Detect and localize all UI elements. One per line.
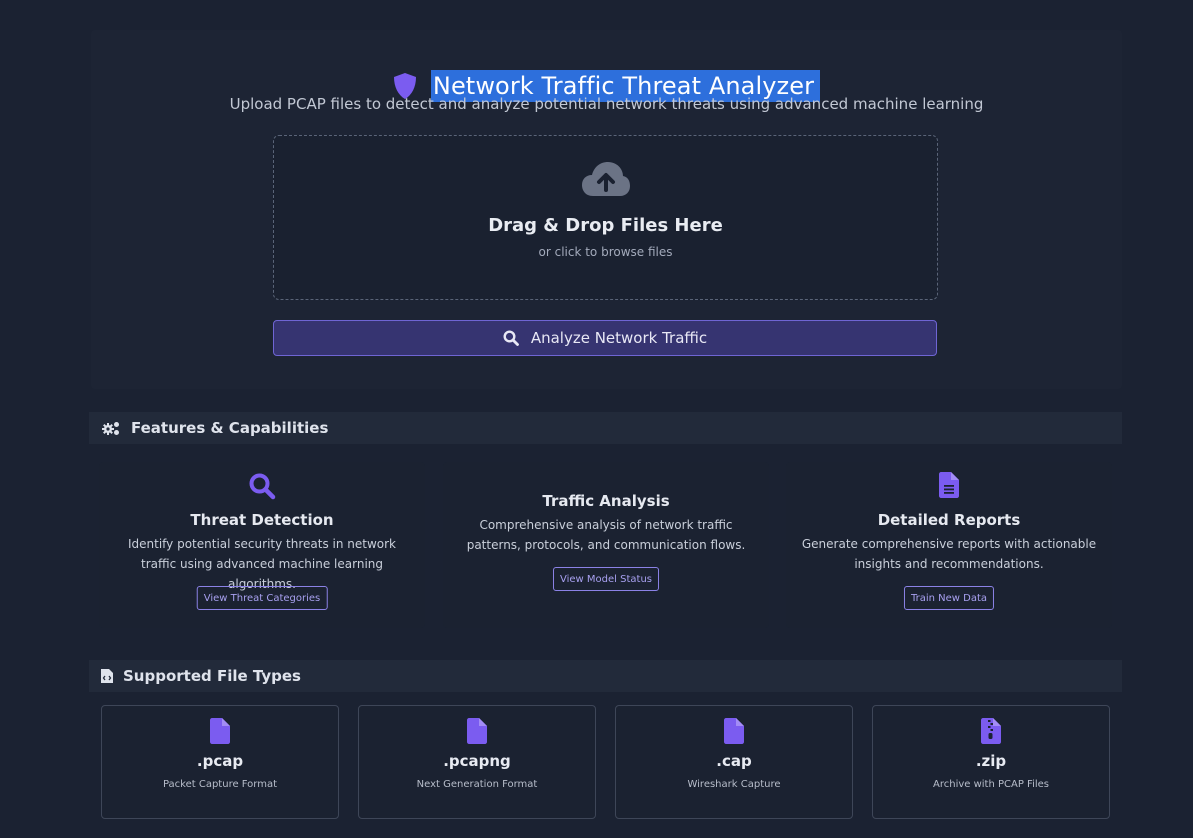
file-extension: .pcap (196, 752, 244, 770)
file-type-card-pcapng: .pcapng Next Generation Format (358, 705, 596, 819)
dropzone-title: Drag & Drop Files Here (488, 215, 723, 236)
analyze-button-label: Analyze Network Traffic (530, 329, 708, 347)
page-subtitle: Upload PCAP files to detect and analyze … (229, 95, 984, 113)
train-new-data-button[interactable]: Train New Data (903, 586, 995, 610)
cloud-upload-icon (582, 162, 630, 196)
file-types-heading: Supported File Types (89, 660, 1122, 692)
file-extension: .cap (716, 752, 752, 770)
feature-title: Threat Detection (190, 511, 334, 529)
gears-icon (102, 422, 119, 435)
file-icon (724, 718, 744, 744)
file-type-description: Archive with PCAP Files (933, 779, 1049, 790)
file-code-icon (101, 669, 113, 683)
feature-description: Identify potential security threats in n… (127, 537, 396, 591)
file-type-card-zip: .zip Archive with PCAP Files (872, 705, 1110, 819)
file-zip-icon (981, 718, 1001, 744)
feature-description: Generate comprehensive reports with acti… (801, 537, 1097, 571)
view-model-status-button[interactable]: View Model Status (553, 567, 659, 591)
file-dropzone[interactable]: Drag & Drop Files Here or click to brows… (273, 135, 938, 300)
file-extension: .zip (975, 752, 1007, 770)
file-text-icon (939, 472, 959, 498)
file-icon (467, 718, 487, 744)
upload-panel: Network Traffic Threat Analyzer Upload P… (91, 30, 1122, 389)
file-types-heading-label: Supported File Types (123, 667, 301, 685)
search-icon (249, 473, 276, 500)
file-type-card-pcap: .pcap Packet Capture Format (101, 705, 339, 819)
feature-card-threat-detection: Threat Detection Identify potential secu… (99, 462, 425, 628)
file-type-card-cap: .cap Wireshark Capture (615, 705, 853, 819)
view-threat-categories-button[interactable]: View Threat Categories (196, 586, 328, 610)
feature-card-traffic-analysis: Traffic Analysis Comprehensive analysis … (443, 462, 769, 628)
feature-card-detailed-reports: Detailed Reports Generate comprehensive … (786, 462, 1112, 628)
dropzone-subtitle[interactable]: or click to browse files (274, 245, 937, 259)
feature-title: Detailed Reports (877, 511, 1021, 529)
file-icon (210, 718, 230, 744)
feature-title: Traffic Analysis (542, 492, 670, 510)
file-extension: .pcapng (443, 752, 511, 770)
search-icon (503, 330, 519, 346)
feature-description: Comprehensive analysis of network traffi… (466, 518, 746, 552)
file-type-description: Next Generation Format (416, 779, 538, 790)
features-heading-label: Features & Capabilities (131, 419, 329, 437)
analyze-button[interactable]: Analyze Network Traffic (273, 320, 937, 356)
file-type-description: Wireshark Capture (687, 779, 781, 790)
file-type-description: Packet Capture Format (162, 779, 278, 790)
features-heading: Features & Capabilities (89, 412, 1122, 444)
